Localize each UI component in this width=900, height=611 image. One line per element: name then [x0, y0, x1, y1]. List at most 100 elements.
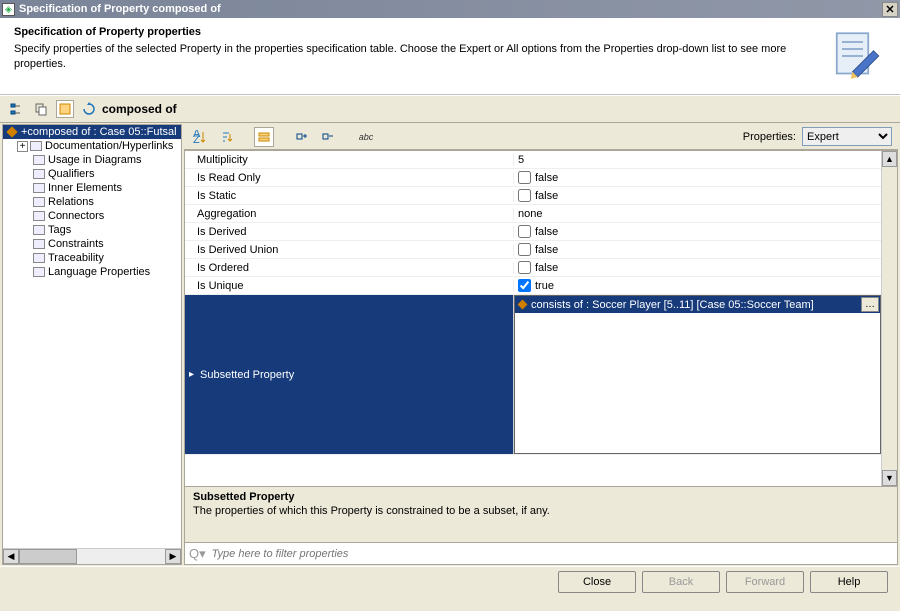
ellipsis-button[interactable]: … — [861, 297, 879, 312]
group-icon[interactable] — [254, 127, 274, 147]
tree-label: Documentation/Hyperlinks — [45, 140, 173, 152]
tree-item-language[interactable]: Language Properties — [3, 265, 181, 279]
table-row[interactable]: Is Static false — [185, 187, 881, 205]
diamond-icon — [6, 126, 17, 137]
close-button[interactable]: Close — [558, 571, 636, 593]
prop-value[interactable]: false — [514, 243, 881, 256]
sort-az-icon[interactable]: AZ — [190, 127, 210, 147]
abc-icon[interactable]: abc — [356, 127, 376, 147]
section-title: composed of — [102, 102, 892, 116]
search-icon: Q▾ — [189, 546, 206, 562]
tree-item-traceability[interactable]: Traceability — [3, 251, 181, 265]
tree-item-tags[interactable]: Tags — [3, 223, 181, 237]
table-row-subsetted[interactable]: ▸ Subsetted Property consists of : Socce… — [185, 295, 881, 455]
tree-item-inner[interactable]: Inner Elements — [3, 181, 181, 195]
toolbar-strip: composed of — [0, 95, 900, 123]
checkbox[interactable] — [518, 261, 531, 274]
title-bar: ◈ Specification of Property composed of … — [0, 0, 900, 18]
prop-name: Is Ordered — [185, 262, 514, 274]
property-table: Multiplicity 5 Is Read Only false Is Sta… — [184, 150, 898, 487]
header-description: Specify properties of the selected Prope… — [14, 42, 816, 72]
selected-item-label: consists of : Soccer Player [5..11] [Cas… — [531, 299, 814, 311]
close-icon[interactable]: ✕ — [882, 2, 898, 17]
page-icon — [33, 267, 45, 277]
tree-item-usage[interactable]: Usage in Diagrams — [3, 153, 181, 167]
prop-name: Is Unique — [185, 280, 514, 292]
prop-name: Aggregation — [185, 208, 514, 220]
tree-item-relations[interactable]: Relations — [3, 195, 181, 209]
prop-value[interactable]: 5 — [514, 154, 881, 166]
scroll-thumb[interactable] — [19, 549, 77, 564]
tree-label: Language Properties — [48, 266, 150, 278]
arrow-right-icon: ▸ — [189, 369, 194, 380]
selected-subset-item[interactable]: consists of : Soccer Player [5..11] [Cas… — [515, 296, 880, 313]
checkbox[interactable] — [518, 171, 531, 184]
prop-value[interactable]: false — [514, 261, 881, 274]
app-icon: ◈ — [2, 3, 15, 16]
scroll-right-icon[interactable]: ▶ — [165, 549, 181, 564]
page-icon — [33, 169, 45, 179]
tree-item-connectors[interactable]: Connectors — [3, 209, 181, 223]
tree-label: Traceability — [48, 252, 104, 264]
prop-name: Multiplicity — [185, 154, 514, 166]
checkbox[interactable] — [518, 243, 531, 256]
prop-value[interactable]: none — [514, 208, 881, 220]
properties-label: Properties: — [743, 131, 796, 143]
content-toolbar: AZ abc Properties: Expert — [184, 124, 898, 150]
tree-label: Qualifiers — [48, 168, 94, 180]
filter-row: Q▾ — [184, 543, 898, 565]
tree-label: Usage in Diagrams — [48, 154, 142, 166]
description-text: The properties of which this Property is… — [193, 505, 889, 517]
copy-icon[interactable] — [32, 100, 50, 118]
table-row[interactable]: Is Derived Union false — [185, 241, 881, 259]
tree-item-qualifiers[interactable]: Qualifiers — [3, 167, 181, 181]
tree-root[interactable]: +composed of : Case 05::Futsal — [3, 125, 181, 139]
refresh-icon[interactable] — [80, 100, 98, 118]
page-icon — [33, 239, 45, 249]
collapse-icon[interactable] — [318, 127, 338, 147]
table-vscroll[interactable]: ▲ ▼ — [881, 151, 897, 486]
scroll-left-icon[interactable]: ◀ — [3, 549, 19, 564]
content: AZ abc Properties: Expert — [184, 124, 898, 565]
tree-item-constraints[interactable]: Constraints — [3, 237, 181, 251]
plus-icon[interactable]: + — [17, 141, 28, 152]
sidebar-hscroll[interactable]: ◀ ▶ — [3, 548, 181, 564]
tree-icon[interactable] — [8, 100, 26, 118]
prop-value[interactable]: false — [514, 171, 881, 184]
table-row[interactable]: Is Unique true — [185, 277, 881, 295]
table-row[interactable]: Is Read Only false — [185, 169, 881, 187]
prop-value[interactable]: false — [514, 189, 881, 202]
back-button[interactable]: Back — [642, 571, 720, 593]
scroll-up-icon[interactable]: ▲ — [882, 151, 897, 167]
page-icon — [30, 141, 42, 151]
description-title: Subsetted Property — [193, 491, 889, 503]
table-row[interactable]: Multiplicity 5 — [185, 151, 881, 169]
prop-value[interactable]: true — [514, 279, 881, 292]
properties-dropdown[interactable]: Expert — [802, 127, 892, 146]
tree-root-label: +composed of : Case 05::Futsal — [21, 126, 177, 138]
help-button[interactable]: Help — [810, 571, 888, 593]
table-row[interactable]: Aggregation none — [185, 205, 881, 223]
sort-down-icon[interactable] — [216, 127, 236, 147]
table-row[interactable]: Is Ordered false — [185, 259, 881, 277]
checkbox[interactable] — [518, 189, 531, 202]
bottom-bar: Close Back Forward Help — [0, 566, 900, 596]
page-icon — [33, 211, 45, 221]
tree-label: Tags — [48, 224, 71, 236]
forward-button[interactable]: Forward — [726, 571, 804, 593]
highlight-icon[interactable] — [56, 100, 74, 118]
expand-icon[interactable] — [292, 127, 312, 147]
table-row[interactable]: Is Derived false — [185, 223, 881, 241]
prop-value[interactable]: false — [514, 225, 881, 238]
prop-value-editor[interactable]: consists of : Soccer Player [5..11] [Cas… — [514, 295, 881, 454]
tree-item-documentation[interactable]: + Documentation/Hyperlinks — [3, 139, 181, 153]
tree-label: Relations — [48, 196, 94, 208]
checkbox[interactable] — [518, 279, 531, 292]
filter-input[interactable] — [210, 547, 893, 561]
window-title: Specification of Property composed of — [19, 3, 882, 15]
scroll-down-icon[interactable]: ▼ — [882, 470, 897, 486]
prop-name: Is Derived — [185, 226, 514, 238]
checkbox[interactable] — [518, 225, 531, 238]
prop-name: ▸ Subsetted Property — [185, 295, 514, 454]
header: Specification of Property properties Spe… — [0, 18, 900, 95]
